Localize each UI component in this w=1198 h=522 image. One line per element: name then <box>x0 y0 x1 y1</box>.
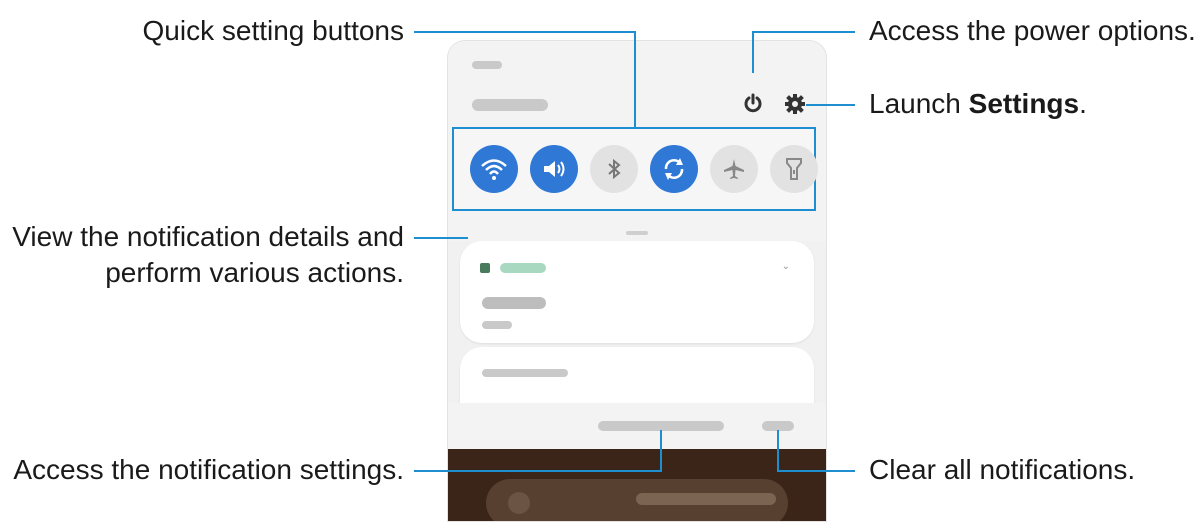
bluetooth-toggle[interactable] <box>590 145 638 193</box>
airplane-icon <box>724 159 744 179</box>
app-name-placeholder <box>500 263 546 273</box>
silent-header-placeholder <box>482 369 568 377</box>
line-notification-settings-v <box>660 430 662 472</box>
callout-power-options: Access the power options. <box>869 15 1196 46</box>
callout-notification-settings: Access the notification settings. <box>13 454 404 485</box>
auto-rotate-icon <box>664 158 684 180</box>
line-clear-v <box>777 430 779 472</box>
wifi-icon <box>481 159 507 180</box>
line-notification-settings-h <box>414 470 662 472</box>
callout-notification-details-line1: View the notification details and <box>12 221 404 252</box>
bluetooth-icon <box>608 158 621 180</box>
sound-toggle[interactable] <box>530 145 578 193</box>
line-quick-settings-h <box>414 31 636 33</box>
status-time-placeholder <box>472 61 502 69</box>
callout-settings-bold: Settings <box>968 88 1080 119</box>
flashlight-toggle[interactable] <box>770 145 818 193</box>
auto-rotate-toggle[interactable] <box>650 145 698 193</box>
date-placeholder <box>472 99 548 111</box>
search-bar[interactable] <box>486 479 788 521</box>
wifi-toggle[interactable] <box>470 145 518 193</box>
callout-quick-setting-buttons: Quick setting buttons <box>142 15 404 46</box>
callout-launch-settings: Launch Settings. <box>869 86 1087 122</box>
gear-icon[interactable] <box>784 93 806 115</box>
line-notification-details-h <box>414 237 468 239</box>
search-app-icon <box>508 492 530 514</box>
callout-launch-prefix: Launch <box>869 88 969 119</box>
panel-drag-handle[interactable] <box>626 231 648 235</box>
line-power-v <box>752 31 754 73</box>
callout-notification-details-line2: perform various actions. <box>105 257 404 288</box>
sound-icon <box>544 161 565 177</box>
power-icon[interactable] <box>742 93 764 115</box>
notification-action-row <box>448 403 826 449</box>
notification-body-placeholder <box>482 321 512 329</box>
line-settings-h <box>806 104 855 106</box>
callout-launch-suffix: . <box>1079 88 1087 119</box>
line-clear-h <box>777 470 855 472</box>
notification-title-placeholder <box>482 297 546 309</box>
expand-chevron-icon[interactable]: ⌄ <box>782 261 790 272</box>
callout-notification-details: View the notification details and perfor… <box>12 219 404 291</box>
search-bar-placeholder <box>636 493 776 505</box>
callout-clear-notifications: Clear all notifications. <box>869 454 1136 485</box>
quick-settings-row <box>452 127 818 211</box>
line-quick-settings-v <box>634 31 636 127</box>
line-power-h <box>752 31 855 33</box>
phone-screen: ⌄ ⌄ <box>447 40 827 522</box>
flashlight-icon <box>786 158 802 180</box>
airplane-toggle[interactable] <box>710 145 758 193</box>
notification-card[interactable]: ⌄ <box>460 241 814 343</box>
app-icon <box>480 263 490 273</box>
